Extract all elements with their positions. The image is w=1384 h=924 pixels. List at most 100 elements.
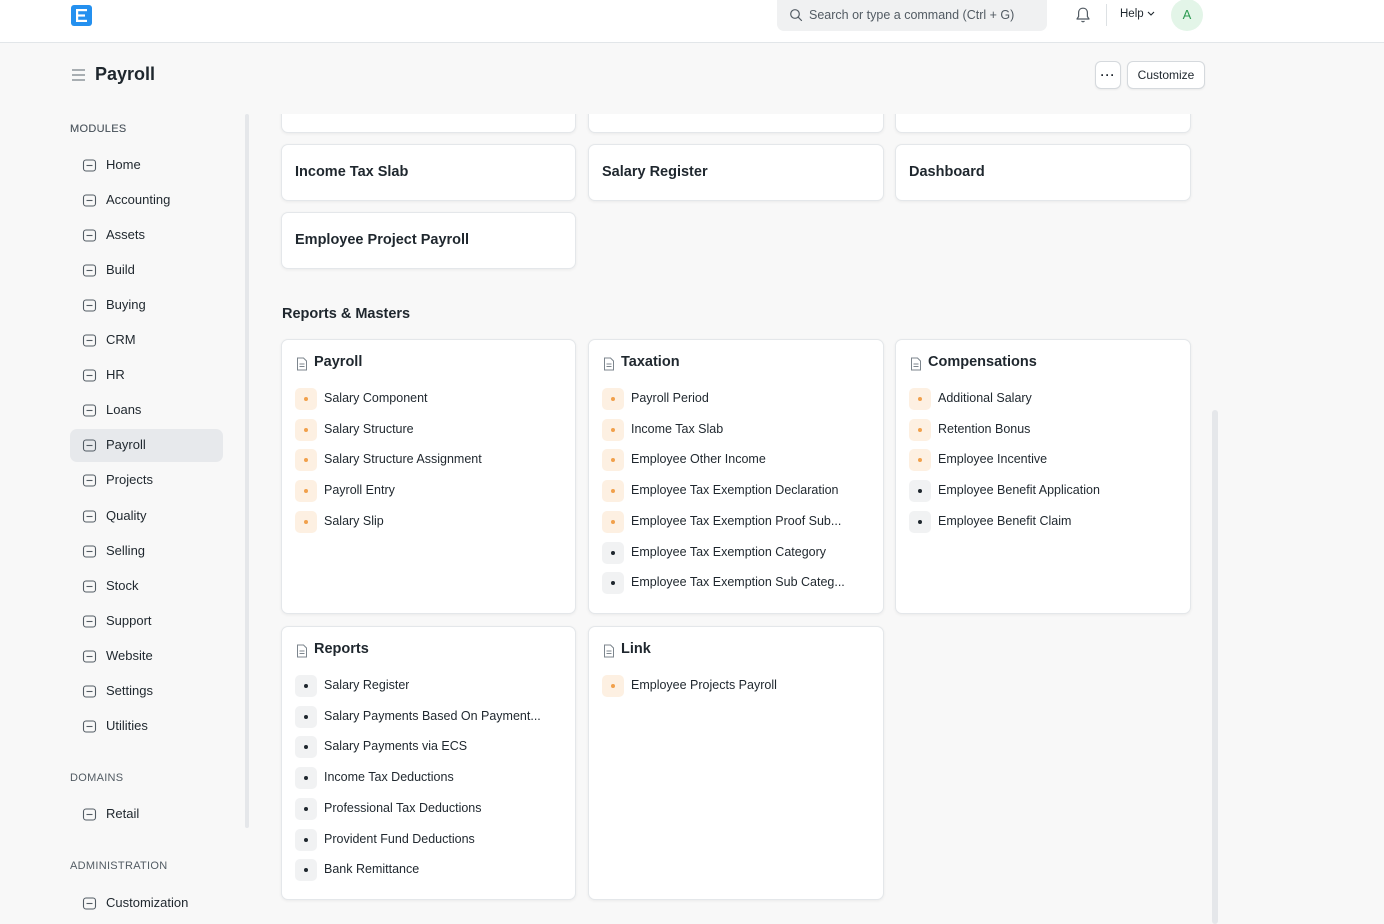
card-link-label: Salary Slip <box>324 513 384 528</box>
sidebar-item-stock[interactable]: Stock <box>70 570 223 603</box>
card-link-item[interactable]: Employee Benefit Application <box>909 480 1179 503</box>
sidebar-item-payroll[interactable]: Payroll <box>70 429 223 463</box>
card-link-label: Payroll Entry <box>324 483 395 498</box>
card-link-item[interactable]: Salary Slip <box>295 510 565 533</box>
stock-icon <box>82 580 97 593</box>
sidebar-item-label: Settings <box>106 682 153 698</box>
status-indicator <box>295 675 317 697</box>
shortcut-income-tax-slab[interactable]: Income Tax Slab <box>281 144 576 201</box>
shortcut-employee-project-payroll[interactable]: Employee Project Payroll <box>281 212 576 269</box>
card-link-label: Employee Projects Payroll <box>631 678 777 692</box>
card-link: Link Employee Projects Payroll <box>588 626 884 900</box>
card-link-label: Salary Payments Based On Payment... <box>324 708 541 723</box>
shortcut-salary-register[interactable]: Salary Register <box>588 144 884 201</box>
card-link-label: Salary Component <box>324 391 428 405</box>
sidebar-item-utilities[interactable]: Utilities <box>70 710 223 743</box>
sidebar-item-label: Customization <box>106 895 189 910</box>
page-title: Payroll <box>95 64 156 84</box>
card-link-item[interactable]: Provident Fund Deductions <box>295 828 565 851</box>
card-link-item[interactable]: Salary Register <box>295 675 565 697</box>
sidebar-item-label: Payroll <box>106 437 146 453</box>
card-title: Taxation <box>621 354 680 370</box>
sidebar-item-build[interactable]: Build <box>70 254 223 287</box>
status-indicator <box>602 510 624 533</box>
sidebar-scrollbar[interactable] <box>245 114 249 828</box>
shortcut-dashboard[interactable]: Dashboard <box>895 144 1191 201</box>
sidebar-item-label: Support <box>106 612 152 628</box>
sidebar-item-crm[interactable]: CRM <box>70 324 223 357</box>
status-indicator <box>295 859 317 882</box>
assets-icon <box>82 229 97 242</box>
search-bar[interactable]: Search or type a command (Ctrl + G) <box>777 0 1047 31</box>
sidebar-toggle-icon[interactable] <box>71 68 86 82</box>
card-link-item[interactable]: Salary Structure Assignment <box>295 449 565 472</box>
card-link-item[interactable]: Employee Tax Exemption Declaration <box>602 480 872 503</box>
modules-heading: MODULES <box>70 123 127 135</box>
sidebar-item-accounting[interactable]: Accounting <box>70 184 223 217</box>
sidebar-item-website[interactable]: Website <box>70 640 223 673</box>
card-link-item[interactable]: Employee Tax Exemption Proof Sub... <box>602 510 872 533</box>
sidebar-item-projects[interactable]: Projects <box>70 464 223 497</box>
sidebar-item-loans[interactable]: Loans <box>70 394 223 427</box>
card-link-item[interactable]: Payroll Entry <box>295 480 565 503</box>
status-indicator <box>602 675 624 697</box>
card-link-item[interactable]: Employee Other Income <box>602 449 872 472</box>
card-link-item[interactable]: Income Tax Slab <box>602 418 872 441</box>
settings-icon <box>82 685 97 698</box>
card-title: Payroll <box>314 354 363 370</box>
user-avatar[interactable]: A <box>1171 0 1203 31</box>
sidebar-item-buying[interactable]: Buying <box>70 289 223 322</box>
sidebar-item-label: Accounting <box>106 192 171 208</box>
card-link-item[interactable]: Salary Component <box>295 388 565 410</box>
sidebar-item-retail[interactable]: Retail <box>70 798 223 831</box>
sidebar-item-label: Loans <box>106 402 142 418</box>
card-link-item[interactable]: Employee Tax Exemption Sub Categ... <box>602 572 872 595</box>
card-link-item[interactable]: Additional Salary <box>909 388 1179 410</box>
card-link-label: Payroll Period <box>631 391 709 405</box>
sidebar-item-home[interactable]: Home <box>70 149 223 182</box>
utilities-icon <box>82 720 97 733</box>
main-scrollbar[interactable] <box>1212 410 1218 924</box>
sidebar-item-selling[interactable]: Selling <box>70 535 223 568</box>
selling-icon <box>82 544 97 558</box>
card-link-item[interactable]: Employee Tax Exemption Category <box>602 541 872 564</box>
more-actions-button[interactable]: ··· <box>1095 61 1121 89</box>
card-link-item[interactable]: Salary Structure <box>295 418 565 441</box>
sidebar-item-hr[interactable]: HR <box>70 359 223 392</box>
sidebar-item-label: Home <box>106 157 141 172</box>
card-link-item[interactable]: Professional Tax Deductions <box>295 797 565 820</box>
card-link-label: Income Tax Deductions <box>324 770 454 785</box>
card-link-item[interactable]: Employee Incentive <box>909 449 1179 472</box>
card-link-item[interactable]: Income Tax Deductions <box>295 767 565 790</box>
sidebar-item-customization[interactable]: Customization <box>70 887 223 920</box>
card-link-item[interactable]: Bank Remittance <box>295 859 565 882</box>
card-link-label: Employee Tax Exemption Proof Sub... <box>631 513 842 528</box>
sidebar-item-quality[interactable]: Quality <box>70 500 223 533</box>
status-indicator <box>295 510 317 533</box>
shortcut-label: Employee Project Payroll <box>295 232 470 248</box>
card-link-item[interactable]: Salary Payments Based On Payment... <box>295 705 565 728</box>
search-placeholder: Search or type a command (Ctrl + G) <box>809 8 1015 22</box>
help-dropdown[interactable]: Help <box>1120 8 1155 20</box>
card-link-label: Employee Tax Exemption Declaration <box>631 483 839 498</box>
card-link-item[interactable]: Payroll Period <box>602 388 872 410</box>
status-indicator <box>602 418 624 441</box>
sidebar-item-assets[interactable]: Assets <box>70 219 223 252</box>
app-logo[interactable] <box>71 5 92 26</box>
card-link-item[interactable]: Employee Projects Payroll <box>602 675 872 697</box>
document-icon <box>911 357 921 371</box>
card-link-item[interactable]: Employee Benefit Claim <box>909 510 1179 533</box>
search-icon <box>790 9 803 22</box>
sidebar-item-settings[interactable]: Settings <box>70 675 223 708</box>
card-reports: Reports Salary Register Salary Payments Ba… <box>281 626 576 900</box>
sidebar-item-label: Build <box>106 262 135 278</box>
customize-button[interactable]: Customize <box>1127 61 1205 89</box>
card-link-item[interactable]: Salary Payments via ECS <box>295 736 565 759</box>
notification-bell-icon[interactable] <box>1075 6 1091 24</box>
card-link-item[interactable]: Retention Bonus <box>909 418 1179 441</box>
erpnext-logo-icon <box>76 9 87 22</box>
card-compensations: Compensations Additional Salary Retention … <box>895 339 1191 614</box>
sidebar-item-support[interactable]: Support <box>70 605 223 638</box>
card-taxation: Taxation Payroll Period Income Tax Slab Emp… <box>588 339 884 614</box>
sidebar-item-label: Buying <box>106 297 146 313</box>
